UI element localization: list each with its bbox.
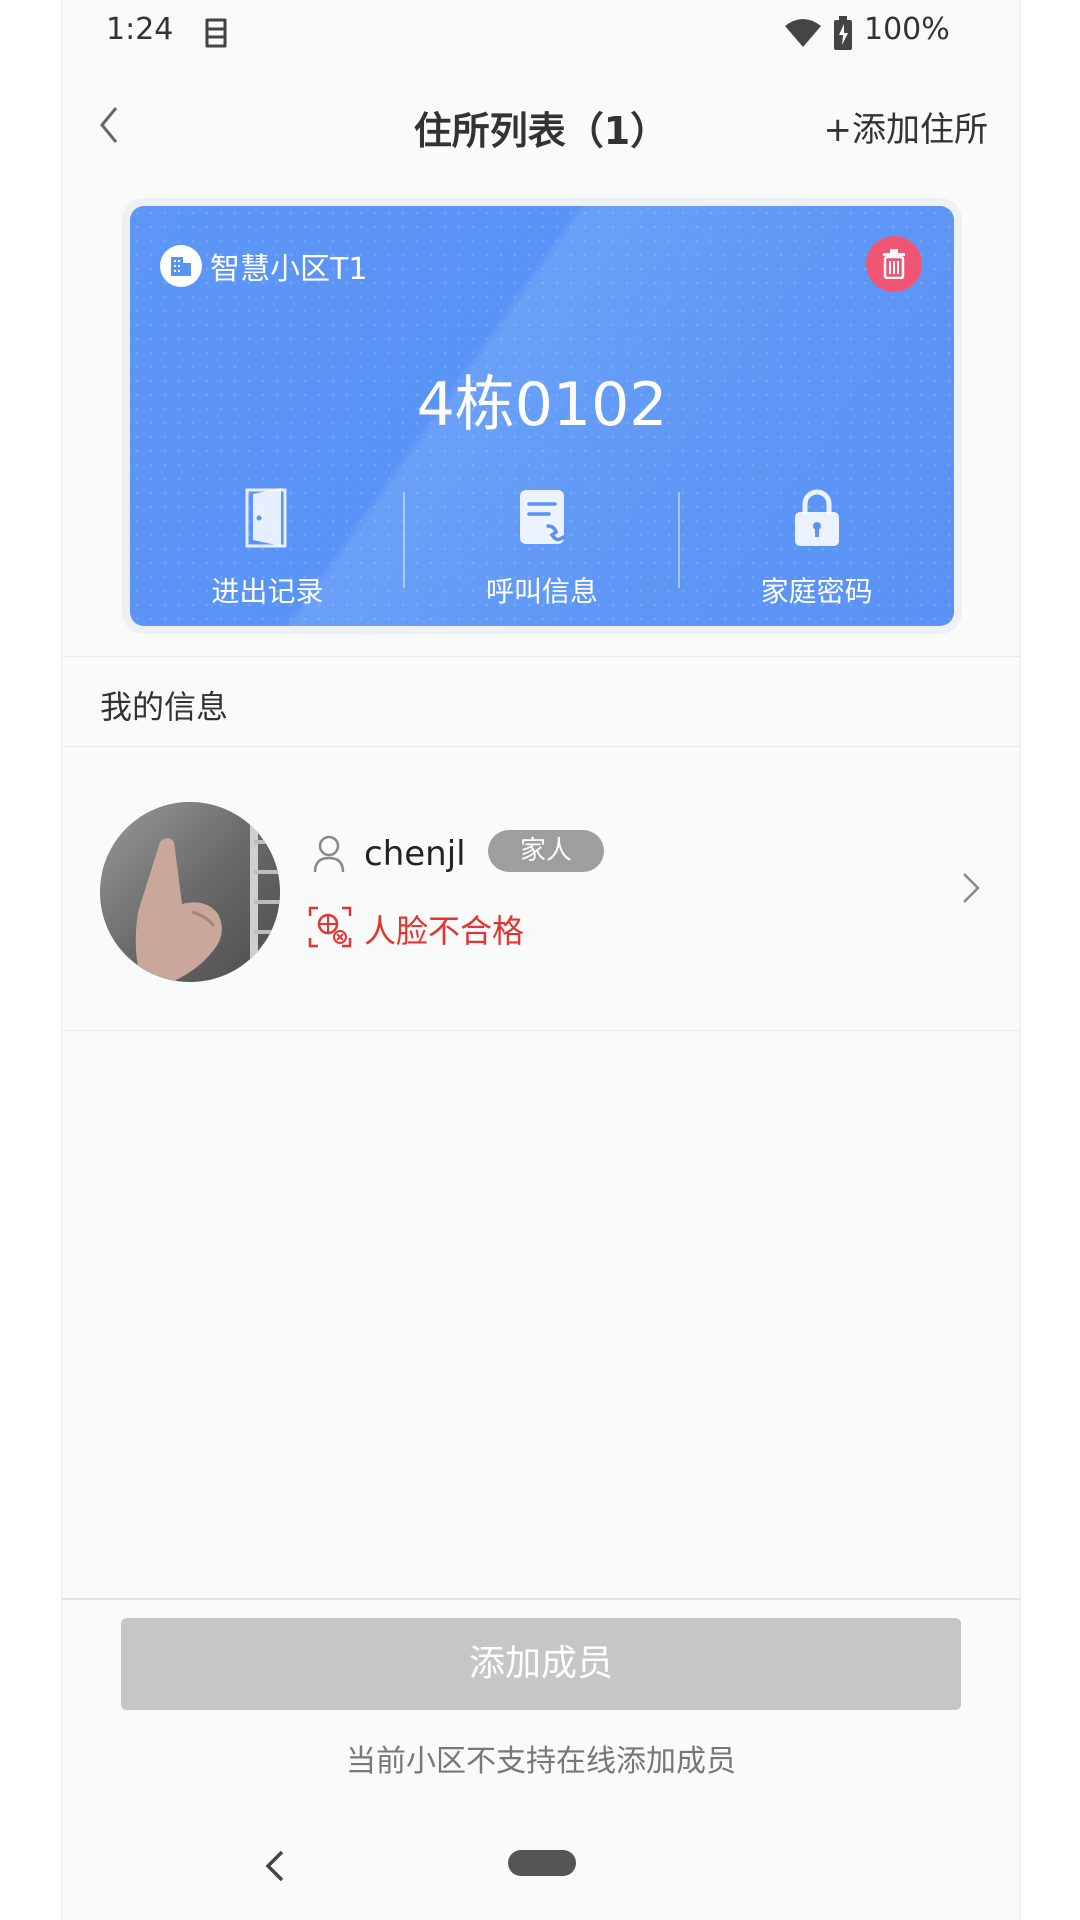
- status-bar: 1:24 100%: [62, 0, 1020, 70]
- status-time: 1:24: [106, 12, 174, 47]
- app-screen: 1:24 100% 住所列表（1） +添加住所 智慧小区T1 4栋0102 进出…: [61, 0, 1021, 1920]
- family-password-button[interactable]: 家庭密码: [679, 486, 954, 608]
- add-residence-button[interactable]: +添加住所: [824, 102, 989, 151]
- add-member-hint: 当前小区不支持在线添加成员: [346, 1744, 736, 1779]
- room-number: 4栋0102: [416, 370, 668, 440]
- trash-icon: [883, 249, 905, 279]
- divider: [62, 1030, 1020, 1031]
- person-icon: [313, 835, 345, 873]
- battery-charging-icon: [834, 16, 852, 50]
- wifi-icon: [785, 19, 821, 47]
- card-actions: 进出记录 呼叫信息 家庭密码: [130, 486, 954, 608]
- footer-divider: [62, 1598, 1020, 1600]
- action-divider: [678, 492, 680, 588]
- building-icon: [160, 245, 202, 287]
- chevron-right-icon: [963, 873, 980, 903]
- role-badge: 家人: [488, 830, 604, 872]
- access-records-label: 进出记录: [211, 575, 324, 608]
- section-title: 我的信息: [100, 688, 229, 726]
- add-member-button[interactable]: 添加成员: [121, 1618, 961, 1710]
- divider: [62, 656, 1020, 657]
- door-icon: [245, 488, 287, 548]
- action-divider: [403, 492, 405, 588]
- nav-header: 住所列表（1） +添加住所: [62, 80, 1020, 170]
- delete-residence-button[interactable]: [866, 236, 922, 292]
- lock-icon: [794, 489, 839, 546]
- member-name: chenjl: [364, 834, 466, 874]
- access-records-button[interactable]: 进出记录: [130, 486, 405, 608]
- face-error-icon: [308, 906, 352, 948]
- residence-card: 智慧小区T1 4栋0102 进出记录 呼叫信息 家庭密码: [130, 206, 954, 626]
- battery-percent: 100%: [864, 12, 950, 47]
- avatar: [100, 802, 280, 982]
- call-info-button[interactable]: 呼叫信息: [405, 486, 680, 608]
- call-record-icon: [520, 490, 566, 544]
- community-label: 智慧小区T1: [160, 244, 367, 288]
- community-name: 智慧小区T1: [210, 252, 368, 287]
- system-back-icon[interactable]: [262, 1848, 288, 1884]
- member-row[interactable]: chenjl 家人 人脸不合格: [62, 746, 1020, 1032]
- home-pill[interactable]: [508, 1850, 576, 1876]
- call-info-label: 呼叫信息: [486, 575, 599, 608]
- sim-icon: [205, 18, 227, 48]
- face-status-text: 人脸不合格: [364, 912, 525, 950]
- family-password-label: 家庭密码: [760, 575, 873, 608]
